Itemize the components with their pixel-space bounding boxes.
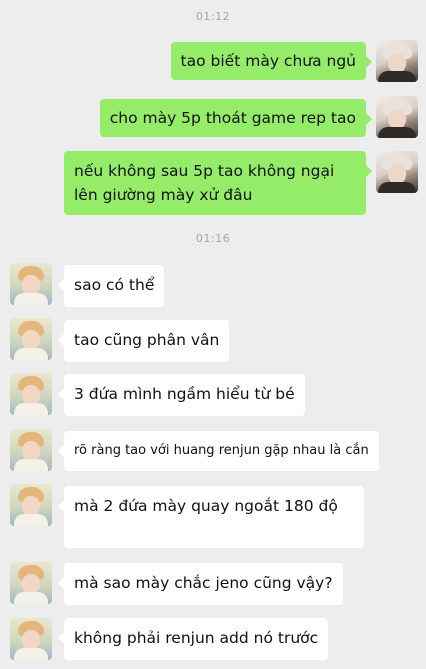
message-row-incoming: tao cũng phân vân (0, 318, 426, 362)
message-bubble[interactable]: không phải renjun add nó trước (57, 618, 329, 660)
message-line: nếu không sau 5p tao không ngại (74, 162, 335, 180)
message-bubble[interactable]: tao biết mày chưa ngủ (170, 42, 373, 80)
contact-avatar[interactable] (10, 484, 52, 526)
message-row-incoming: không phải renjun add nó trước (0, 618, 426, 662)
message-bubble[interactable]: nếu không sau 5p tao không ngại lên giườ… (64, 151, 372, 215)
timestamp: 01:12 (195, 10, 231, 23)
contact-avatar[interactable] (10, 429, 52, 471)
message-row-incoming: sao có thể (0, 263, 426, 307)
message-row-incoming: 3 đứa mình ngầm hiểu từ bé (0, 373, 426, 417)
message-row-incoming: mà sao mày chắc jeno cũng vậy? (0, 562, 426, 606)
user-avatar[interactable] (376, 151, 418, 193)
message-bubble[interactable]: cho mày 5p thoát game rep tao (99, 99, 373, 137)
message-row-incoming: rõ ràng tao với huang renjun gặp nhau là… (0, 429, 426, 473)
message-row-outgoing: tao biết mày chưa ngủ (0, 40, 426, 84)
message-bubble[interactable]: 3 đứa mình ngầm hiểu từ bé (58, 374, 305, 416)
contact-avatar[interactable] (10, 373, 52, 415)
message-row-outgoing: nếu không sau 5p tao không ngại lên giườ… (0, 151, 426, 215)
user-avatar[interactable] (376, 40, 418, 82)
contact-avatar[interactable] (10, 562, 52, 604)
message-line: lên giường mày xử đâu (74, 186, 253, 204)
message-row-outgoing: cho mày 5p thoát game rep tao (0, 96, 426, 140)
message-bubble[interactable]: mà 2 đứa mày quay ngoắt 180 độ (58, 486, 364, 548)
message-row-incoming: mà 2 đứa mày quay ngoắt 180 độ (0, 484, 426, 550)
message-bubble[interactable]: rõ ràng tao với huang renjun gặp nhau là… (58, 431, 379, 471)
user-avatar[interactable] (376, 96, 418, 138)
contact-avatar[interactable] (10, 618, 52, 660)
contact-avatar[interactable] (10, 318, 52, 360)
message-bubble[interactable]: sao có thể (57, 265, 165, 307)
message-bubble[interactable]: tao cũng phân vân (57, 320, 230, 362)
message-bubble[interactable]: mà sao mày chắc jeno cũng vậy? (58, 563, 343, 605)
timestamp: 01:16 (195, 232, 231, 245)
contact-avatar[interactable] (10, 263, 52, 305)
